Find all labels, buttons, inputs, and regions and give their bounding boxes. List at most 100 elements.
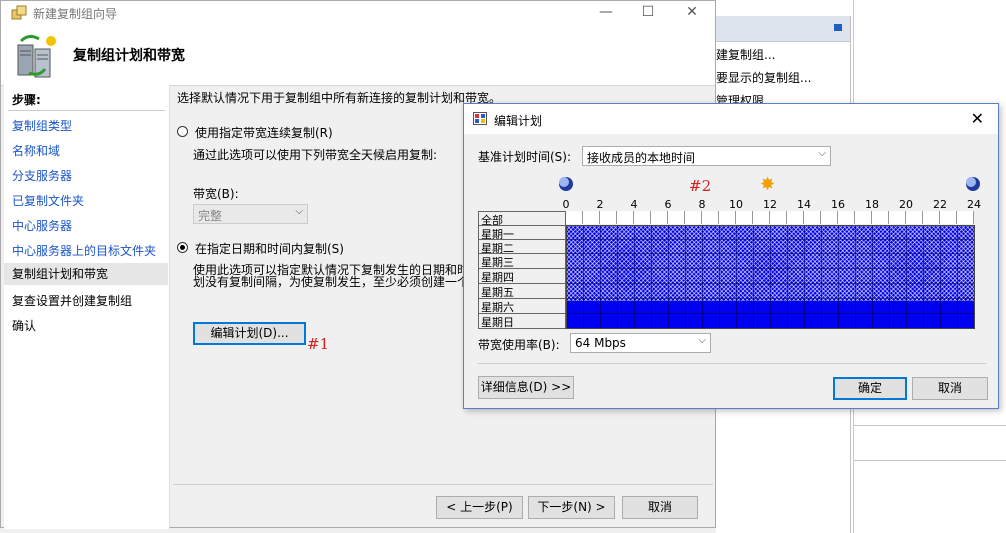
hour-column-header[interactable]: [821, 211, 838, 224]
continuous-replication-radio[interactable]: [177, 126, 188, 137]
hour-label: 2: [596, 198, 604, 211]
hour-column-header[interactable]: [838, 211, 855, 224]
step-name-domain[interactable]: 名称和域: [12, 142, 60, 159]
step-replication-type[interactable]: 复制组类型: [12, 117, 72, 134]
wizard-steps-panel: 步骤: 复制组类型 名称和域 分支服务器 已复制文件夹 中心服务器 中心服务器上…: [4, 85, 170, 529]
hour-label: 16: [831, 198, 845, 211]
hour-column-header[interactable]: [872, 211, 889, 224]
step-schedule-bandwidth: 复制组计划和带宽: [4, 263, 168, 285]
ok-button[interactable]: 确定: [833, 377, 907, 400]
back-button[interactable]: < 上一步(P): [436, 496, 523, 519]
hour-labels: 0 2 4 6 8 10 12 14 16 18 20 22 24: [478, 104, 998, 211]
scheduled-replication-desc-2: 划没有复制间隔，为使复制发生，至少必须创建一个: [193, 275, 470, 289]
wizard-titlebar: 新建复制组向导 — ☐ ✕: [1, 1, 715, 25]
hour-column-header[interactable]: [719, 211, 736, 224]
wizard-header: 复制组计划和带宽: [1, 25, 715, 86]
hour-label: 4: [630, 198, 638, 211]
hour-column-header[interactable]: [923, 211, 940, 224]
marker-1: #1: [307, 335, 330, 353]
hour-column-header[interactable]: [600, 211, 617, 224]
collapse-icon[interactable]: [834, 24, 842, 31]
scheduled-replication-label[interactable]: 在指定日期和时间内复制(S): [195, 240, 344, 257]
cancel-button[interactable]: 取消: [622, 496, 698, 519]
bandwidth-usage-select[interactable]: 64 Mbps ⌵: [570, 333, 711, 353]
footer-separator: [173, 484, 713, 485]
schedule-grid[interactable]: 全部 星期一 星期二 星期三 星期四 星期五 星期六 星期日: [478, 211, 975, 329]
hour-column-header[interactable]: [770, 211, 787, 224]
wizard-app-icon: [11, 5, 27, 20]
hour-column-header[interactable]: [566, 211, 583, 224]
hour-label: 12: [763, 198, 777, 211]
hour-label: 22: [933, 198, 947, 211]
schedule-cells[interactable]: [566, 225, 975, 329]
row-label-sun[interactable]: 星期日: [481, 314, 514, 330]
step-confirmation: 确认: [12, 319, 37, 333]
hour-label: 0: [562, 198, 570, 211]
grid-line: [567, 298, 974, 299]
hour-column-header[interactable]: [651, 211, 668, 224]
grid-line: [567, 253, 974, 254]
action-new-group[interactable]: 建复制组...: [716, 46, 775, 63]
hour-column-header[interactable]: [855, 211, 872, 224]
hour-column-headers[interactable]: [566, 211, 975, 224]
hour-column-header[interactable]: [583, 211, 600, 224]
bandwidth-usage-value: 64 Mbps: [575, 336, 626, 350]
hour-label: 18: [865, 198, 879, 211]
step-hub-target-folder[interactable]: 中心服务器上的目标文件夹: [12, 242, 156, 259]
continuous-replication-label[interactable]: 使用指定带宽连续复制(R): [195, 124, 333, 141]
hour-column-header[interactable]: [685, 211, 702, 224]
hour-column-header[interactable]: [940, 211, 957, 224]
hour-column-header[interactable]: [617, 211, 634, 224]
bandwidth-select: 完整 ⌵: [193, 204, 308, 224]
details-button[interactable]: 详细信息(D) >>: [478, 376, 574, 399]
intro-text: 选择默认情况下用于复制组中所有新连接的复制计划和带宽。: [177, 91, 502, 105]
scheduled-replication-radio[interactable]: [177, 242, 188, 253]
grid-line: [567, 239, 974, 240]
replication-servers-icon: [17, 34, 56, 78]
wizard-title: 新建复制组向导: [33, 7, 118, 21]
hour-column-header[interactable]: [736, 211, 753, 224]
dialog-cancel-button[interactable]: 取消: [912, 377, 988, 400]
hour-label: 10: [729, 198, 743, 211]
steps-label: 步骤:: [12, 93, 41, 107]
edit-schedule-button[interactable]: 编辑计划(D)...: [193, 322, 306, 345]
hour-column-header[interactable]: [957, 211, 974, 224]
hour-column-header[interactable]: [702, 211, 719, 224]
step-branch-server[interactable]: 分支服务器: [12, 167, 72, 184]
steps-separator: [8, 110, 165, 111]
chevron-down-icon: ⌵: [295, 206, 303, 217]
step-review-create: 复查设置并创建复制组: [12, 294, 133, 308]
bandwidth-label: 带宽(B):: [193, 187, 239, 201]
grid-line: [567, 268, 974, 269]
grid-line: [567, 313, 974, 314]
dialog-separator: [478, 363, 986, 364]
hour-column-header[interactable]: [906, 211, 923, 224]
actions-header: [716, 16, 850, 42]
right-pane-line: [853, 425, 1006, 426]
chevron-down-icon: ⌵: [698, 335, 706, 346]
step-hub-server[interactable]: 中心服务器: [12, 217, 72, 234]
edit-schedule-dialog: 编辑计划 ✕ 基准计划时间(S): 接收成员的本地时间 ⌵ #2 ✸ 0 2 4…: [463, 103, 999, 409]
action-add-group[interactable]: 要显示的复制组...: [716, 69, 811, 86]
bandwidth-select-value: 完整: [198, 209, 223, 223]
bandwidth-usage-label: 带宽使用率(B):: [478, 338, 560, 352]
hour-label: 20: [899, 198, 913, 211]
hour-column-header[interactable]: [787, 211, 804, 224]
next-button[interactable]: 下一步(N) >: [528, 496, 615, 519]
close-button[interactable]: ✕: [669, 1, 715, 25]
day-labels: 全部 星期一 星期二 星期三 星期四 星期五 星期六 星期日: [478, 211, 566, 329]
minimize-button[interactable]: —: [583, 1, 629, 25]
right-pane-line: [853, 460, 1006, 461]
step-replicated-folders[interactable]: 已复制文件夹: [12, 192, 84, 209]
hour-column-header[interactable]: [634, 211, 651, 224]
page-heading: 复制组计划和带宽: [73, 48, 185, 64]
hour-column-header[interactable]: [889, 211, 906, 224]
hour-label: 8: [698, 198, 706, 211]
grid-line: [567, 283, 974, 284]
hour-column-header[interactable]: [804, 211, 821, 224]
hour-label: 6: [664, 198, 672, 211]
hour-column-header[interactable]: [668, 211, 685, 224]
hour-column-header[interactable]: [753, 211, 770, 224]
hour-label: 24: [967, 198, 981, 211]
maximize-button[interactable]: ☐: [625, 1, 671, 25]
